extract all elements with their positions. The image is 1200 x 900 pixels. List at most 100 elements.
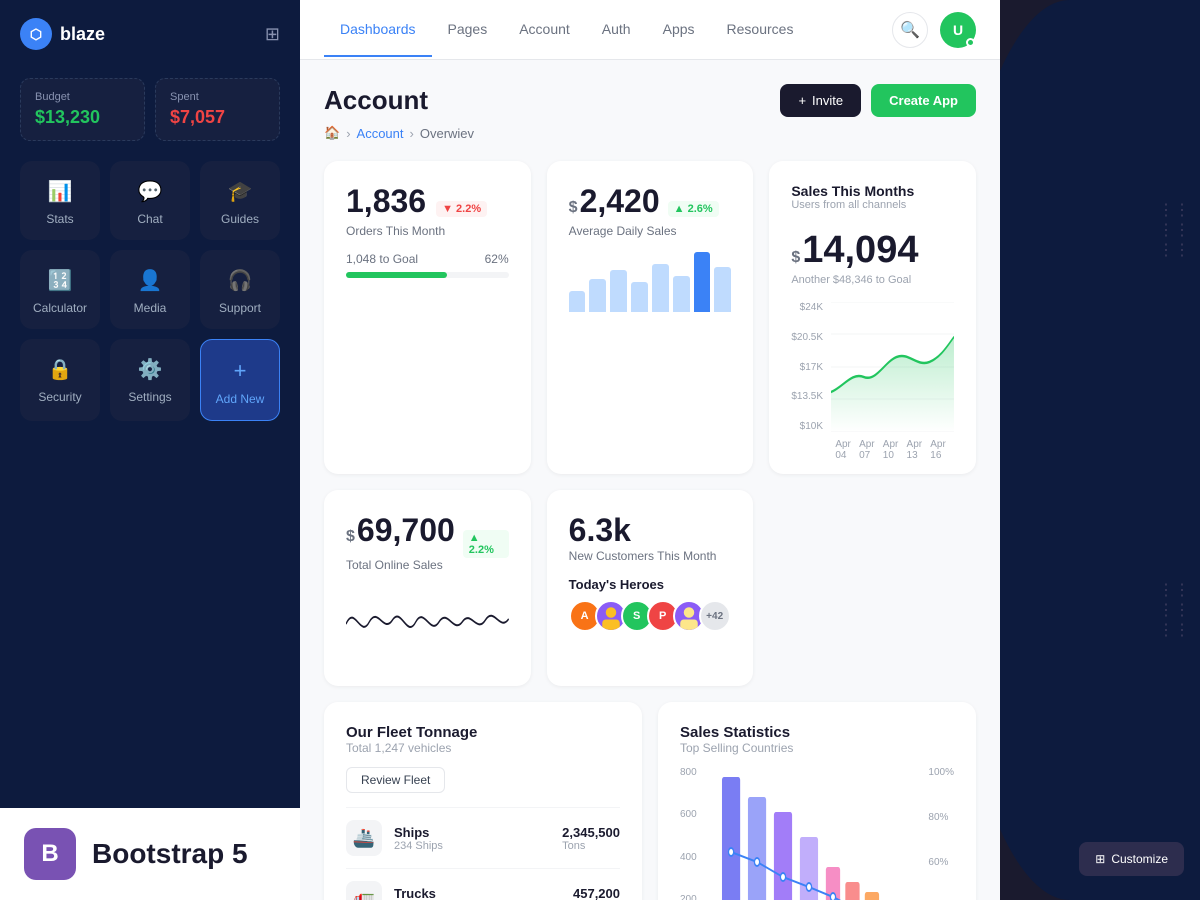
daily-sales-card: $ 2,420 ▲ 2.6% Average Daily Sales <box>547 161 754 474</box>
customers-value: 6.3k <box>569 512 631 548</box>
bar-6 <box>673 276 690 312</box>
user-status-dot <box>966 38 975 47</box>
review-fleet-button[interactable]: Review Fleet <box>346 767 445 793</box>
bar-5 <box>652 264 669 312</box>
hero-avatars: A S P +42 <box>569 600 732 632</box>
breadcrumb-home-icon: 🏠 <box>324 125 340 141</box>
menu-icon[interactable]: ⊞ <box>265 24 280 45</box>
stats-row-2: $ 69,700 ▲ 2.2% Total Online Sales 6.3k … <box>324 490 976 686</box>
invite-button[interactable]: + Invite <box>780 84 861 117</box>
sales-stats-sub: Top Selling Countries <box>680 741 954 755</box>
budget-row: Budget $13,230 Spent $7,057 <box>0 68 300 161</box>
orders-progress-bg <box>346 272 509 278</box>
daily-sales-value: 2,420 <box>580 183 660 220</box>
breadcrumb: 🏠 › Account › Overwiev <box>324 125 976 141</box>
sidebar-item-support[interactable]: 🎧 Support <box>200 250 280 329</box>
tab-dashboards[interactable]: Dashboards <box>324 3 432 57</box>
sidebar-item-chat[interactable]: 💬 Chat <box>110 161 190 240</box>
x-label-apr07: Apr 07 <box>859 439 883 461</box>
orders-value: 1,836 <box>346 183 426 220</box>
x-label-apr13: Apr 13 <box>907 439 931 461</box>
sidebar-item-settings[interactable]: ⚙️ Settings <box>110 339 190 421</box>
breadcrumb-overview: Overwiev <box>420 126 474 141</box>
orders-label: Orders This Month <box>346 224 509 238</box>
orders-badge: ▼ 2.2% <box>436 201 487 217</box>
x-label-apr04: Apr 04 <box>835 439 859 461</box>
orders-card: 1,836 ▼ 2.2% Orders This Month 1,048 to … <box>324 161 531 474</box>
bar-7 <box>694 252 711 312</box>
y-label-24k: $24K <box>791 302 823 313</box>
create-app-button[interactable]: Create App <box>871 84 976 117</box>
orders-goal-text: 1,048 to Goal <box>346 252 418 266</box>
media-icon: 👤 <box>138 268 163 293</box>
right-panel: ⋮⋮⋮⋮⋮⋮ ⋮⋮⋮⋮⋮⋮ ⊞ Customize <box>1000 0 1200 900</box>
fleet-title: Our Fleet Tonnage <box>346 724 620 741</box>
top-nav-links: Dashboards Pages Account Auth Apps Resou… <box>324 3 809 57</box>
fleet-item-ships: 🚢 Ships 234 Ships 2,345,500 Tons <box>346 807 620 868</box>
ships-name: Ships <box>394 825 443 840</box>
x-label-apr16: Apr 16 <box>930 439 954 461</box>
page-content: Account + Invite Create App 🏠 › Account … <box>300 60 1000 900</box>
security-icon: 🔒 <box>48 357 73 382</box>
calculator-label: Calculator <box>33 301 87 315</box>
add-new-label: Add New <box>216 392 265 406</box>
security-label: Security <box>38 390 81 404</box>
logo-text: blaze <box>60 24 105 45</box>
sales-month-title: Sales This Months <box>791 183 954 199</box>
orders-progress-fill <box>346 272 447 278</box>
bottom-row: Our Fleet Tonnage Total 1,247 vehicles R… <box>324 702 976 900</box>
daily-sales-badge: ▲ 2.6% <box>668 201 719 217</box>
y-label-17k: $17K <box>791 362 823 373</box>
tab-account[interactable]: Account <box>503 3 586 57</box>
daily-sales-prefix: $ <box>569 199 578 217</box>
online-sales-label: Total Online Sales <box>346 558 509 572</box>
stats-row-1: 1,836 ▼ 2.2% Orders This Month 1,048 to … <box>324 161 976 474</box>
guides-label: Guides <box>221 212 259 226</box>
ships-unit: Tons <box>562 840 620 852</box>
sidebar-item-calculator[interactable]: 🔢 Calculator <box>20 250 100 329</box>
bar-8 <box>714 267 731 312</box>
sidebar-item-add-new[interactable]: + Add New <box>200 339 280 421</box>
sales-stats-svg <box>709 767 917 900</box>
sales-y-200: 200 <box>680 894 697 900</box>
logo-area: ⬡ blaze <box>20 18 105 50</box>
sidebar-item-media[interactable]: 👤 Media <box>110 250 190 329</box>
orders-goal-pct: 62% <box>485 252 509 266</box>
ships-value: 2,345,500 <box>562 825 620 840</box>
logo-icon: ⬡ <box>20 18 52 50</box>
sidebar-item-security[interactable]: 🔒 Security <box>20 339 100 421</box>
top-nav: Dashboards Pages Account Auth Apps Resou… <box>300 0 1000 60</box>
panel-dot-grid: ⋮⋮⋮⋮⋮⋮ <box>1158 200 1190 260</box>
orders-progress-info: 1,048 to Goal 62% <box>346 252 509 266</box>
online-sales-prefix: $ <box>346 528 355 546</box>
tab-auth[interactable]: Auth <box>586 3 647 57</box>
fleet-sub: Total 1,247 vehicles <box>346 741 620 755</box>
sales-month-prefix: $ <box>791 249 800 267</box>
sidebar-item-guides[interactable]: 🎓 Guides <box>200 161 280 240</box>
breadcrumb-account[interactable]: Account <box>357 126 404 141</box>
user-avatar[interactable]: U <box>940 12 976 48</box>
bootstrap-text: Bootstrap 5 <box>92 838 248 870</box>
tab-pages[interactable]: Pages <box>432 3 504 57</box>
y-label-10k: $10K <box>791 421 823 432</box>
bar-3 <box>610 270 627 312</box>
support-icon: 🎧 <box>228 268 253 293</box>
sidebar-item-stats[interactable]: 📊 Stats <box>20 161 100 240</box>
bar-4 <box>631 282 648 312</box>
calculator-icon: 🔢 <box>48 268 73 293</box>
line-chart-svg <box>831 302 954 432</box>
customers-label: New Customers This Month <box>569 549 732 563</box>
stats-icon: 📊 <box>48 179 73 204</box>
tab-apps[interactable]: Apps <box>647 3 711 57</box>
search-button[interactable]: 🔍 <box>892 12 928 48</box>
customize-button[interactable]: ⊞ Customize <box>1079 842 1184 876</box>
sales-month-card: Sales This Months Users from all channel… <box>769 161 976 474</box>
online-sales-card: $ 69,700 ▲ 2.2% Total Online Sales <box>324 490 531 686</box>
customize-label: Customize <box>1111 852 1168 866</box>
sales-stats-card: Sales Statistics Top Selling Countries 8… <box>658 702 976 900</box>
invite-label: Invite <box>812 93 843 108</box>
ships-info: Ships 234 Ships <box>394 825 443 852</box>
orders-progress-section: 1,048 to Goal 62% <box>346 252 509 278</box>
customize-icon: ⊞ <box>1095 852 1105 866</box>
tab-resources[interactable]: Resources <box>711 3 810 57</box>
